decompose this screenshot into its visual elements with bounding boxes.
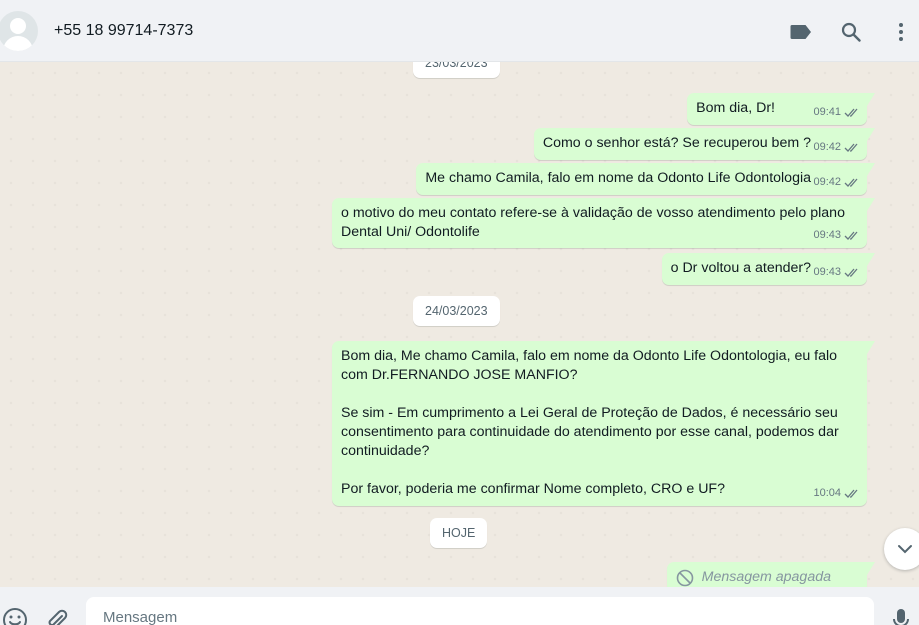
scroll-down-button[interactable] xyxy=(884,528,919,570)
message-meta: 10:04 xyxy=(813,484,860,503)
date-separator: 23/03/2023 xyxy=(413,62,500,78)
read-ticks-icon xyxy=(844,268,858,277)
contact-avatar[interactable] xyxy=(0,11,38,51)
message-meta: 09:41 xyxy=(813,103,860,122)
outgoing-message[interactable]: o motivo do meu contato refere-se à vali… xyxy=(332,198,875,248)
deleted-message-text: Mensagem apagada xyxy=(701,569,831,585)
read-ticks-icon xyxy=(844,108,858,117)
outgoing-message[interactable]: o Dr voltou a atender? 09:43 xyxy=(661,253,876,285)
chat-header: +55 18 99714-7373 xyxy=(0,0,919,62)
message-meta: 09:43 xyxy=(813,226,860,245)
read-ticks-icon xyxy=(844,231,858,240)
message-meta: 09:43 xyxy=(813,263,860,282)
attach-icon[interactable] xyxy=(44,607,70,625)
message-time: 09:41 xyxy=(813,106,841,118)
outgoing-message[interactable]: Me chamo Camila, falo em nome da Odonto … xyxy=(416,163,875,195)
message-input[interactable] xyxy=(86,597,874,625)
read-ticks-icon xyxy=(844,178,858,187)
deleted-message[interactable]: Mensagem apagada xyxy=(666,562,876,587)
message-time: 10:04 xyxy=(813,487,841,499)
message-time: 09:43 xyxy=(813,266,841,278)
outgoing-message[interactable]: Como o senhor está? Se recuperou bem ? 0… xyxy=(533,128,876,160)
chat-area[interactable]: 23/03/2023 Bom dia, Dr! 09:41 Como o sen… xyxy=(0,62,919,587)
deleted-message-content: Mensagem apagada xyxy=(676,568,859,587)
emoji-icon[interactable] xyxy=(2,607,28,625)
message-time: 09:43 xyxy=(813,229,841,241)
outgoing-message[interactable]: Bom dia, Me chamo Camila, falo em nome d… xyxy=(332,341,875,506)
chevron-down-icon xyxy=(898,545,912,554)
message-text: o motivo do meu contato refere-se à vali… xyxy=(341,205,849,240)
date-separator: 24/03/2023 xyxy=(413,296,500,326)
read-ticks-icon xyxy=(844,489,858,498)
avatar-body xyxy=(3,36,33,51)
message-meta: 09:42 xyxy=(813,173,860,192)
label-icon[interactable] xyxy=(789,20,813,44)
message-text: Bom dia, Me chamo Camila, falo em nome d… xyxy=(341,348,839,497)
mic-icon[interactable] xyxy=(888,607,914,625)
message-time: 09:42 xyxy=(813,176,841,188)
read-ticks-icon xyxy=(844,143,858,152)
message-time: 09:42 xyxy=(813,141,841,153)
contact-name[interactable]: +55 18 99714-7373 xyxy=(54,22,193,40)
avatar-head xyxy=(10,18,26,34)
message-meta: 09:42 xyxy=(813,138,860,157)
search-icon[interactable] xyxy=(839,20,863,44)
outgoing-message[interactable]: Bom dia, Dr! 09:41 xyxy=(687,93,875,125)
date-separator: HOJE xyxy=(430,518,488,548)
message-text: Me chamo Camila, falo em nome da Odonto … xyxy=(425,170,811,186)
message-text: Como o senhor está? Se recuperou bem ? xyxy=(542,135,811,151)
blocked-icon xyxy=(676,569,693,586)
menu-icon[interactable] xyxy=(889,20,913,44)
compose-bar xyxy=(0,587,919,625)
